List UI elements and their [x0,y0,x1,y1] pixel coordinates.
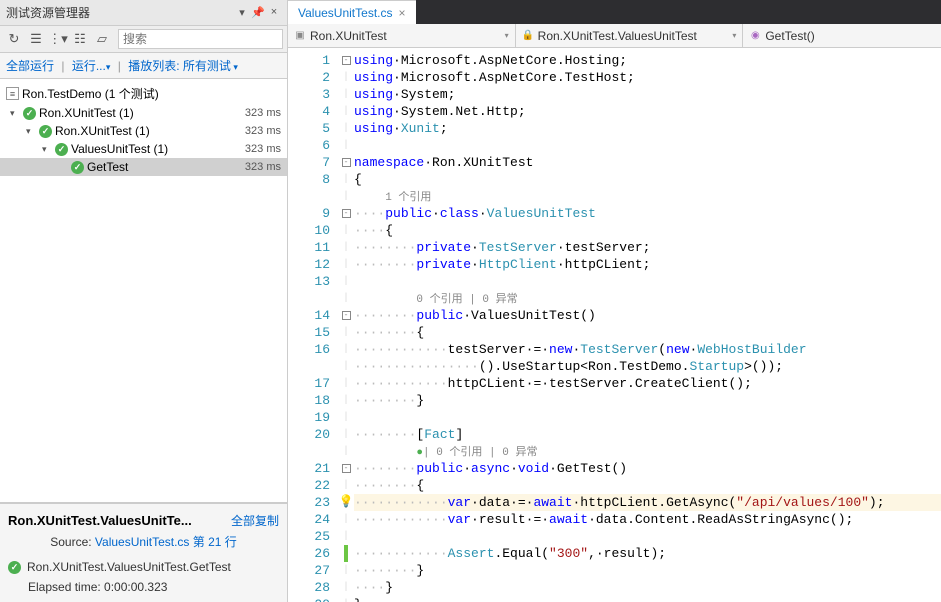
test-toolbar: ↻ ☰ ⋮▾ ☷ ▱ [0,26,287,53]
line-numbers: 1234567891011121314151617181920212223242… [288,48,338,602]
elapsed-row: Elapsed time: 0:00:00.323 [28,580,279,594]
run-all-link[interactable]: 全部运行 [6,59,54,73]
info-icon: ≡ [6,87,19,100]
pane-header: 测试资源管理器 ▾ 📌 × [0,0,287,26]
detail-testname: Ron.XUnitTest.ValuesUnitTest.GetTest [27,560,231,574]
pane-controls: ▾ 📌 × [235,6,281,19]
playlist-link[interactable]: 播放列表: 所有测试 [128,59,231,73]
test-tree: ≡ Ron.TestDemo (1 个测试) ▾ ✓ Ron.XUnitTest… [0,79,287,503]
nav-class[interactable]: 🔒 Ron.XUnitTest.ValuesUnitTest ▾ [516,24,744,47]
source-label: Source: [50,535,95,549]
node-duration: 323 ms [245,143,281,155]
group-icon[interactable]: ☰ [26,29,46,49]
class-icon: 🔒 [522,30,534,42]
method-icon: ◉ [749,30,761,42]
hierarchy-icon[interactable]: ⋮▾ [48,29,68,49]
code-editor[interactable]: 1234567891011121314151617181920212223242… [288,48,941,602]
pass-icon: ✓ [71,161,84,174]
bulb-icon[interactable]: 💡 [339,495,354,509]
tree-node[interactable]: ▾ ✓ Ron.XUnitTest (1) 323 ms [0,104,287,122]
summary-text: Ron.TestDemo (1 个测试) [22,85,159,102]
pass-icon: ✓ [39,125,52,138]
separator: | [61,59,64,73]
change-marker [344,545,348,562]
project-icon: ▣ [294,30,306,42]
file-tab[interactable]: ValuesUnitTest.cs × [288,0,416,24]
copy-all-link[interactable]: 全部复制 [231,512,279,529]
separator: | [118,59,121,73]
dropdown-icon[interactable]: ▾ [235,6,249,19]
summary-row[interactable]: ≡ Ron.TestDemo (1 个测试) [0,83,287,104]
expand-arrow[interactable]: ▾ [42,144,52,155]
tree-node[interactable]: ▾ ✓ Ron.XUnitTest (1) 323 ms [0,122,287,140]
code-content: using·Microsoft.AspNetCore.Hosting;using… [354,48,941,602]
fold-toggle[interactable]: - [342,158,351,167]
tab-label: ValuesUnitTest.cs [298,6,392,20]
search-input[interactable] [118,29,283,49]
chevron-down-icon: ▾ [732,31,736,40]
fold-toggle[interactable]: - [342,56,351,65]
fold-toggle[interactable]: - [342,209,351,218]
editor-pane: ValuesUnitTest.cs × ▣ Ron.XUnitTest ▾ 🔒 … [288,0,941,602]
nav-namespace[interactable]: ▣ Ron.XUnitTest ▾ [288,24,516,47]
fold-toggle[interactable]: - [342,311,351,320]
list-icon[interactable]: ☷ [70,29,90,49]
filter-icon[interactable]: ▱ [92,29,112,49]
pass-icon: ✓ [8,561,21,574]
filter-bar: 全部运行 | 运行...▾ | 播放列表: 所有测试 ▾ [0,53,287,79]
nav-bar: ▣ Ron.XUnitTest ▾ 🔒 Ron.XUnitTest.Values… [288,24,941,48]
pass-icon: ✓ [23,107,36,120]
refresh-icon[interactable]: ↻ [4,29,24,49]
fold-toggle[interactable]: - [342,464,351,473]
node-duration: 323 ms [245,125,281,137]
test-explorer-panel: 测试资源管理器 ▾ 📌 × ↻ ☰ ⋮▾ ☷ ▱ 全部运行 | 运行...▾ |… [0,0,288,602]
node-duration: 323 ms [245,107,281,119]
detail-title: Ron.XUnitTest.ValuesUnitTe... [8,513,192,528]
expand-arrow[interactable]: ▾ [26,126,36,137]
tab-bar: ValuesUnitTest.cs × [288,0,941,24]
node-label: Ron.XUnitTest (1) [55,124,150,138]
pin-icon[interactable]: 📌 [251,6,265,19]
node-label: GetTest [87,160,128,174]
tab-close-icon[interactable]: × [398,6,405,20]
chevron-down-icon: ▾ [505,31,509,40]
expand-arrow[interactable]: ▾ [10,108,20,119]
detail-test-row: ✓ Ron.XUnitTest.ValuesUnitTest.GetTest [8,560,279,574]
test-detail: Ron.XUnitTest.ValuesUnitTe... 全部复制 Sourc… [0,503,287,602]
close-icon[interactable]: × [267,6,281,19]
node-label: ValuesUnitTest (1) [71,142,168,156]
pane-title: 测试资源管理器 [6,4,90,21]
pass-icon: ✓ [55,143,68,156]
tree-node[interactable]: ✓ GetTest 323 ms [0,158,287,176]
run-link[interactable]: 运行... [72,59,106,73]
source-link[interactable]: ValuesUnitTest.cs 第 21 行 [95,535,237,549]
node-duration: 323 ms [245,161,281,173]
node-label: Ron.XUnitTest (1) [39,106,134,120]
nav-method[interactable]: ◉ GetTest() ▾ [743,24,941,47]
fold-column: -|||||-||-|||||-||||||||-|💡|||||| [338,48,354,602]
tree-node[interactable]: ▾ ✓ ValuesUnitTest (1) 323 ms [0,140,287,158]
